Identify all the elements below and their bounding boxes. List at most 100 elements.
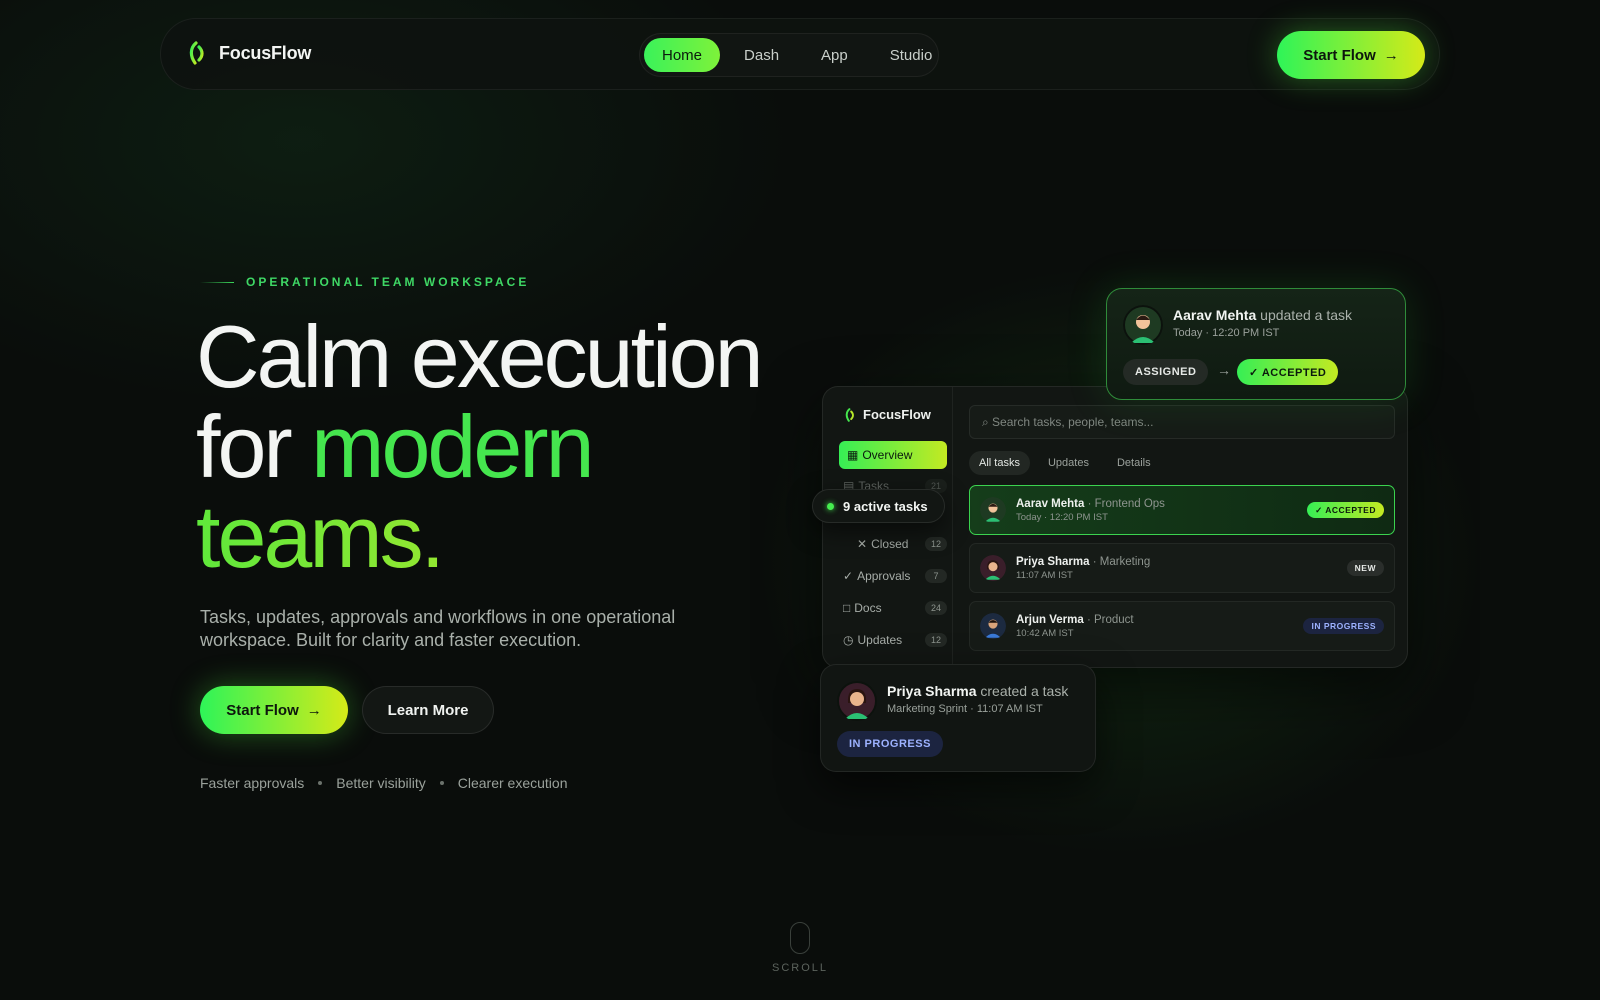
person-avatar-icon	[980, 613, 1006, 639]
preview-sidebar: FocusFlow ▦ Overview ▤ Tasks 21 ✕ Closed…	[823, 387, 953, 667]
nav-cta-label: Start Flow	[1303, 46, 1376, 64]
task-row-info: Arjun Verma · Product 10:42 AM IST	[1016, 614, 1134, 639]
brand[interactable]: FocusFlow	[189, 41, 311, 65]
nav-start-flow-button[interactable]: Start Flow →	[1277, 31, 1425, 79]
task-created-card: Priya Sharma created a task Marketing Sp…	[820, 664, 1096, 772]
focusflow-logo-icon	[845, 407, 854, 422]
count-badge: 12	[925, 537, 947, 551]
clock-icon: ◷	[843, 633, 854, 647]
status-badge: ✓ ACCEPTED	[1307, 502, 1384, 518]
person-name: Aarav Mehta	[1173, 307, 1257, 323]
feature-list: Faster approvals Better visibility Clear…	[200, 775, 567, 791]
nav-item-dash[interactable]: Dash	[726, 38, 797, 72]
live-dot-icon	[827, 502, 834, 510]
task-row[interactable]: Arjun Verma · Product 10:42 AM IST IN PR…	[969, 601, 1395, 651]
card-meta: Marketing Sprint · 11:07 AM IST	[887, 703, 1043, 715]
count-badge: 12	[925, 633, 947, 647]
document-icon: □	[843, 601, 851, 615]
top-nav: FocusFlow Home Dash App Studio Start Flo…	[160, 18, 1440, 90]
sidebar-item-label: Overview	[862, 448, 913, 462]
eyebrow: OPERATIONAL TEAM WORKSPACE	[200, 275, 529, 289]
count-badge: 7	[925, 569, 947, 583]
sidebar-item-label: Updates	[857, 633, 903, 647]
person-avatar-icon	[980, 497, 1006, 523]
sidebar-item-closed[interactable]: ✕ Closed 12	[857, 531, 947, 557]
sidebar-item-label: Docs	[854, 601, 882, 615]
person-name: Priya Sharma	[1016, 555, 1090, 568]
hero-subtitle: Tasks, updates, approvals and workflows …	[200, 607, 676, 650]
headline-modern: modern	[311, 397, 594, 496]
hero-start-flow-button[interactable]: Start Flow →	[200, 686, 348, 734]
avatar	[980, 613, 1006, 639]
hero-headline: Calm execution for modern teams.	[196, 307, 764, 582]
sidebar-item-approvals[interactable]: ✓ Approvals 7	[843, 563, 947, 589]
arrow-right-icon: →	[1383, 46, 1399, 64]
eyebrow-text: OPERATIONAL TEAM WORKSPACE	[246, 275, 530, 289]
preview-brand-name: FocusFlow	[863, 407, 931, 422]
tab-all-tasks[interactable]: All tasks	[969, 451, 1030, 475]
primary-cta-label: Start Flow	[226, 701, 299, 719]
learn-more-button[interactable]: Learn More	[362, 686, 494, 734]
headline-line-2: for modern	[196, 402, 761, 492]
close-icon: ✕	[857, 537, 868, 551]
focusflow-logo-icon	[189, 41, 204, 65]
task-row-time: 10:42 AM IST	[1016, 627, 1074, 639]
arrow-right-icon: →	[1217, 362, 1231, 378]
status-from-badge: ASSIGNED	[1123, 359, 1209, 385]
sidebar-item-label: Approvals	[857, 569, 911, 583]
task-row-title: Arjun Verma · Product	[1016, 614, 1134, 626]
person-role: · Frontend Ops	[1084, 497, 1165, 510]
avatar	[980, 497, 1006, 523]
status-to-badge: ✓ ACCEPTED	[1237, 359, 1339, 385]
nav-item-home[interactable]: Home	[644, 38, 721, 72]
check-icon: ✓	[843, 569, 854, 583]
preview-brand: FocusFlow	[845, 407, 931, 422]
task-update-card: Aarav Mehta updated a task Today · 12:20…	[1106, 288, 1406, 400]
card-action: created a task	[976, 683, 1069, 699]
nav-menu: Home Dash App Studio	[639, 33, 939, 77]
card-title: Aarav Mehta updated a task	[1173, 307, 1352, 323]
task-row-time: Today · 12:20 PM IST	[1016, 511, 1108, 523]
search-input[interactable]: ⌕ Search tasks, people, teams...	[969, 405, 1395, 439]
card-title: Priya Sharma created a task	[887, 683, 1068, 699]
active-tasks-label: 9 active tasks	[843, 498, 928, 514]
person-avatar-icon	[980, 555, 1006, 581]
count-badge: 24	[925, 601, 947, 615]
app-preview: FocusFlow ▦ Overview ▤ Tasks 21 ✕ Closed…	[822, 386, 1408, 668]
feature-item: Clearer execution	[457, 775, 568, 791]
task-row-info: Priya Sharma · Marketing 11:07 AM IST	[1016, 556, 1150, 581]
task-row-time: 11:07 AM IST	[1016, 569, 1073, 581]
person-avatar-icon	[1123, 305, 1163, 345]
sidebar-item-updates[interactable]: ◷ Updates 12	[843, 627, 947, 653]
person-avatar-icon	[837, 681, 877, 721]
sidebar-item-label: Closed	[871, 537, 909, 551]
nav-item-studio[interactable]: Studio	[872, 38, 951, 72]
avatar	[980, 555, 1006, 581]
person-name: Arjun Verma	[1016, 613, 1084, 626]
avatar	[837, 681, 877, 721]
dot-separator	[318, 781, 323, 785]
task-row-title: Aarav Mehta · Frontend Ops	[1016, 498, 1165, 510]
eyebrow-line	[200, 281, 234, 283]
brand-name: FocusFlow	[219, 42, 312, 63]
scroll-label: SCROLL	[772, 962, 829, 974]
person-role: · Marketing	[1089, 555, 1151, 568]
tab-details[interactable]: Details	[1107, 451, 1161, 475]
card-time: Today · 12:20 PM IST	[1173, 327, 1280, 339]
task-row[interactable]: Priya Sharma · Marketing 11:07 AM IST NE…	[969, 543, 1395, 593]
tab-updates[interactable]: Updates	[1038, 451, 1099, 475]
task-row[interactable]: Aarav Mehta · Frontend Ops Today · 12:20…	[969, 485, 1395, 535]
nav-item-app[interactable]: App	[803, 38, 866, 72]
task-row-info: Aarav Mehta · Frontend Ops Today · 12:20…	[1016, 498, 1165, 523]
status-badge: IN PROGRESS	[837, 731, 943, 757]
headline-for: for	[196, 397, 312, 496]
sidebar-item-docs[interactable]: □ Docs 24	[843, 595, 947, 621]
dot-separator	[439, 781, 444, 785]
scroll-mouse-icon[interactable]	[790, 922, 810, 954]
preview-tabs: All tasks Updates Details	[969, 451, 1161, 475]
avatar	[1123, 305, 1163, 345]
arrow-right-icon: →	[306, 701, 322, 719]
headline-line-1: Calm execution	[196, 307, 764, 406]
sidebar-item-overview[interactable]: ▦ Overview	[839, 441, 947, 469]
feature-item: Better visibility	[336, 775, 426, 791]
